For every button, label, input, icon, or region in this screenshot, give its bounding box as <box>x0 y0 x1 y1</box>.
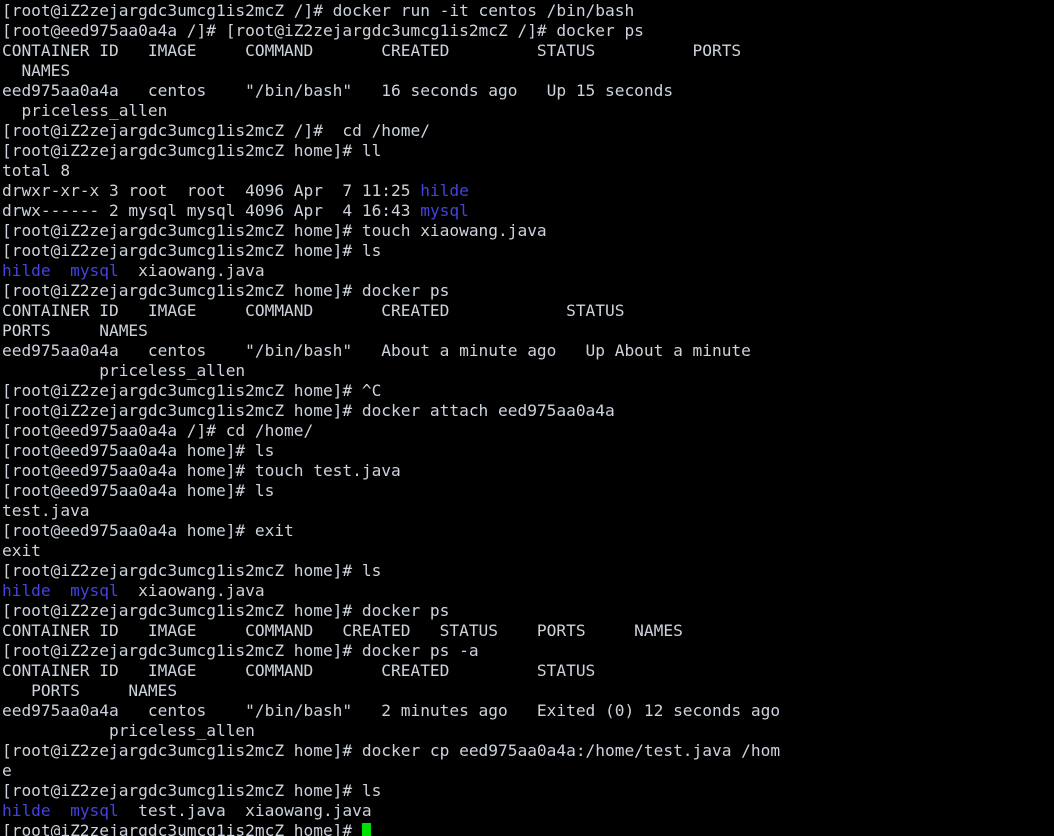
terminal-line: [root@iZ2zejargdc3umcg1is2mcZ home]# doc… <box>2 741 1054 761</box>
terminal-line: [root@eed975aa0a4a home]# ls <box>2 441 1054 461</box>
terminal-line: priceless_allen <box>2 101 1054 121</box>
terminal-text: eed975aa0a4a centos "/bin/bash" 2 minute… <box>2 701 781 720</box>
terminal-text: priceless_allen <box>2 101 168 120</box>
terminal-line: [root@eed975aa0a4a home]# ls <box>2 481 1054 501</box>
terminal-line: [root@eed975aa0a4a /]# [root@iZ2zejargdc… <box>2 21 1054 41</box>
terminal-line: CONTAINER ID IMAGE COMMAND CREATED STATU… <box>2 301 1054 321</box>
terminal-text: [root@iZ2zejargdc3umcg1is2mcZ home]# tou… <box>2 221 547 240</box>
terminal-text: [root@iZ2zejargdc3umcg1is2mcZ /]# cd /ho… <box>2 121 430 140</box>
terminal-text: drwx------ 2 mysql mysql 4096 Apr 4 16:4… <box>2 201 421 220</box>
terminal-text: [root@iZ2zejargdc3umcg1is2mcZ home]# doc… <box>2 601 450 620</box>
terminal-text: [root@iZ2zejargdc3umcg1is2mcZ home]# ll <box>2 141 382 160</box>
directory-name: mysql <box>70 261 119 280</box>
text-cursor <box>361 823 372 836</box>
terminal-text: eed975aa0a4a centos "/bin/bash" About a … <box>2 341 751 360</box>
terminal-text: eed975aa0a4a centos "/bin/bash" 16 secon… <box>2 81 674 100</box>
terminal-line: CONTAINER ID IMAGE COMMAND CREATED STATU… <box>2 41 1054 61</box>
terminal-line: [root@iZ2zejargdc3umcg1is2mcZ home]# ls <box>2 561 1054 581</box>
terminal-line: PORTS NAMES <box>2 681 1054 701</box>
terminal-line: drwx------ 2 mysql mysql 4096 Apr 4 16:4… <box>2 201 1054 221</box>
terminal-text: xiaowang.java <box>118 581 265 600</box>
terminal-line: exit <box>2 541 1054 561</box>
terminal-line: eed975aa0a4a centos "/bin/bash" 2 minute… <box>2 701 1054 721</box>
terminal-line: CONTAINER ID IMAGE COMMAND CREATED STATU… <box>2 661 1054 681</box>
directory-name: mysql <box>70 801 119 820</box>
terminal-line: priceless_allen <box>2 361 1054 381</box>
terminal-text: [root@iZ2zejargdc3umcg1is2mcZ home]# doc… <box>2 281 450 300</box>
terminal-text: [root@eed975aa0a4a home]# ls <box>2 481 275 500</box>
terminal-screen[interactable]: [root@iZ2zejargdc3umcg1is2mcZ /]# docker… <box>0 0 1054 836</box>
terminal-text: [root@eed975aa0a4a home]# touch test.jav… <box>2 461 401 480</box>
terminal-line: [root@eed975aa0a4a /]# cd /home/ <box>2 421 1054 441</box>
terminal-text: [root@eed975aa0a4a /]# [root@iZ2zejargdc… <box>2 21 644 40</box>
terminal-text: [root@iZ2zejargdc3umcg1is2mcZ home]# ls <box>2 241 382 260</box>
terminal-text: PORTS NAMES <box>2 321 148 340</box>
terminal-line: [root@iZ2zejargdc3umcg1is2mcZ home]# <box>2 821 1054 836</box>
terminal-line: [root@iZ2zejargdc3umcg1is2mcZ /]# docker… <box>2 1 1054 21</box>
directory-name: hilde <box>2 581 51 600</box>
terminal-line: [root@iZ2zejargdc3umcg1is2mcZ home]# doc… <box>2 401 1054 421</box>
terminal-text: CONTAINER ID IMAGE COMMAND CREATED STATU… <box>2 621 683 640</box>
terminal-line: NAMES <box>2 61 1054 81</box>
terminal-line: [root@iZ2zejargdc3umcg1is2mcZ home]# doc… <box>2 641 1054 661</box>
terminal-text: [root@iZ2zejargdc3umcg1is2mcZ home]# <box>2 821 362 836</box>
terminal-line: CONTAINER ID IMAGE COMMAND CREATED STATU… <box>2 621 1054 641</box>
terminal-line: hilde mysql xiaowang.java <box>2 261 1054 281</box>
terminal-text: [root@iZ2zejargdc3umcg1is2mcZ home]# doc… <box>2 741 781 760</box>
directory-name: hilde <box>420 181 469 200</box>
terminal-line: e <box>2 761 1054 781</box>
terminal-line: eed975aa0a4a centos "/bin/bash" 16 secon… <box>2 81 1054 101</box>
terminal-line: [root@iZ2zejargdc3umcg1is2mcZ home]# ls <box>2 781 1054 801</box>
directory-name: mysql <box>420 201 469 220</box>
terminal-line: drwxr-xr-x 3 root root 4096 Apr 7 11:25 … <box>2 181 1054 201</box>
directory-name: hilde <box>2 261 51 280</box>
terminal-text: test.java xiaowang.java <box>118 801 372 820</box>
terminal-text: [root@iZ2zejargdc3umcg1is2mcZ /]# docker… <box>2 1 635 20</box>
terminal-line: hilde mysql test.java xiaowang.java <box>2 801 1054 821</box>
directory-name: mysql <box>70 581 119 600</box>
terminal-line: [root@iZ2zejargdc3umcg1is2mcZ home]# doc… <box>2 601 1054 621</box>
terminal-text: [root@eed975aa0a4a home]# exit <box>2 521 294 540</box>
terminal-text: [root@iZ2zejargdc3umcg1is2mcZ home]# ^C <box>2 381 382 400</box>
terminal-line: [root@iZ2zejargdc3umcg1is2mcZ home]# doc… <box>2 281 1054 301</box>
terminal-text: e <box>2 761 12 780</box>
terminal-text: CONTAINER ID IMAGE COMMAND CREATED STATU… <box>2 661 596 680</box>
terminal-text: [root@iZ2zejargdc3umcg1is2mcZ home]# ls <box>2 781 382 800</box>
terminal-line: eed975aa0a4a centos "/bin/bash" About a … <box>2 341 1054 361</box>
terminal-text: CONTAINER ID IMAGE COMMAND CREATED STATU… <box>2 301 625 320</box>
terminal-text: priceless_allen <box>2 361 246 380</box>
terminal-text: [root@eed975aa0a4a home]# ls <box>2 441 275 460</box>
terminal-line: [root@iZ2zejargdc3umcg1is2mcZ home]# tou… <box>2 221 1054 241</box>
terminal-line: PORTS NAMES <box>2 321 1054 341</box>
terminal-text: test.java <box>2 501 90 520</box>
terminal-line: [root@iZ2zejargdc3umcg1is2mcZ home]# ls <box>2 241 1054 261</box>
terminal-text: priceless_allen <box>2 721 255 740</box>
terminal-line: [root@iZ2zejargdc3umcg1is2mcZ /]# cd /ho… <box>2 121 1054 141</box>
terminal-text: CONTAINER ID IMAGE COMMAND CREATED STATU… <box>2 41 742 60</box>
terminal-line: [root@eed975aa0a4a home]# touch test.jav… <box>2 461 1054 481</box>
terminal-line: [root@iZ2zejargdc3umcg1is2mcZ home]# ^C <box>2 381 1054 401</box>
terminal-text: [root@eed975aa0a4a /]# cd /home/ <box>2 421 314 440</box>
terminal-text: exit <box>2 541 41 560</box>
terminal-text: NAMES <box>2 61 71 80</box>
directory-name: hilde <box>2 801 51 820</box>
terminal-line: hilde mysql xiaowang.java <box>2 581 1054 601</box>
terminal-text: total 8 <box>2 161 71 180</box>
terminal-line: total 8 <box>2 161 1054 181</box>
terminal-line: priceless_allen <box>2 721 1054 741</box>
terminal-text: drwxr-xr-x 3 root root 4096 Apr 7 11:25 <box>2 181 421 200</box>
terminal-text: [root@iZ2zejargdc3umcg1is2mcZ home]# doc… <box>2 641 479 660</box>
terminal-line: [root@iZ2zejargdc3umcg1is2mcZ home]# ll <box>2 141 1054 161</box>
terminal-text: PORTS NAMES <box>2 681 178 700</box>
terminal-line: test.java <box>2 501 1054 521</box>
terminal-text: [root@iZ2zejargdc3umcg1is2mcZ home]# ls <box>2 561 382 580</box>
terminal-text: xiaowang.java <box>118 261 265 280</box>
terminal-text: [root@iZ2zejargdc3umcg1is2mcZ home]# doc… <box>2 401 615 420</box>
terminal-line: [root@eed975aa0a4a home]# exit <box>2 521 1054 541</box>
